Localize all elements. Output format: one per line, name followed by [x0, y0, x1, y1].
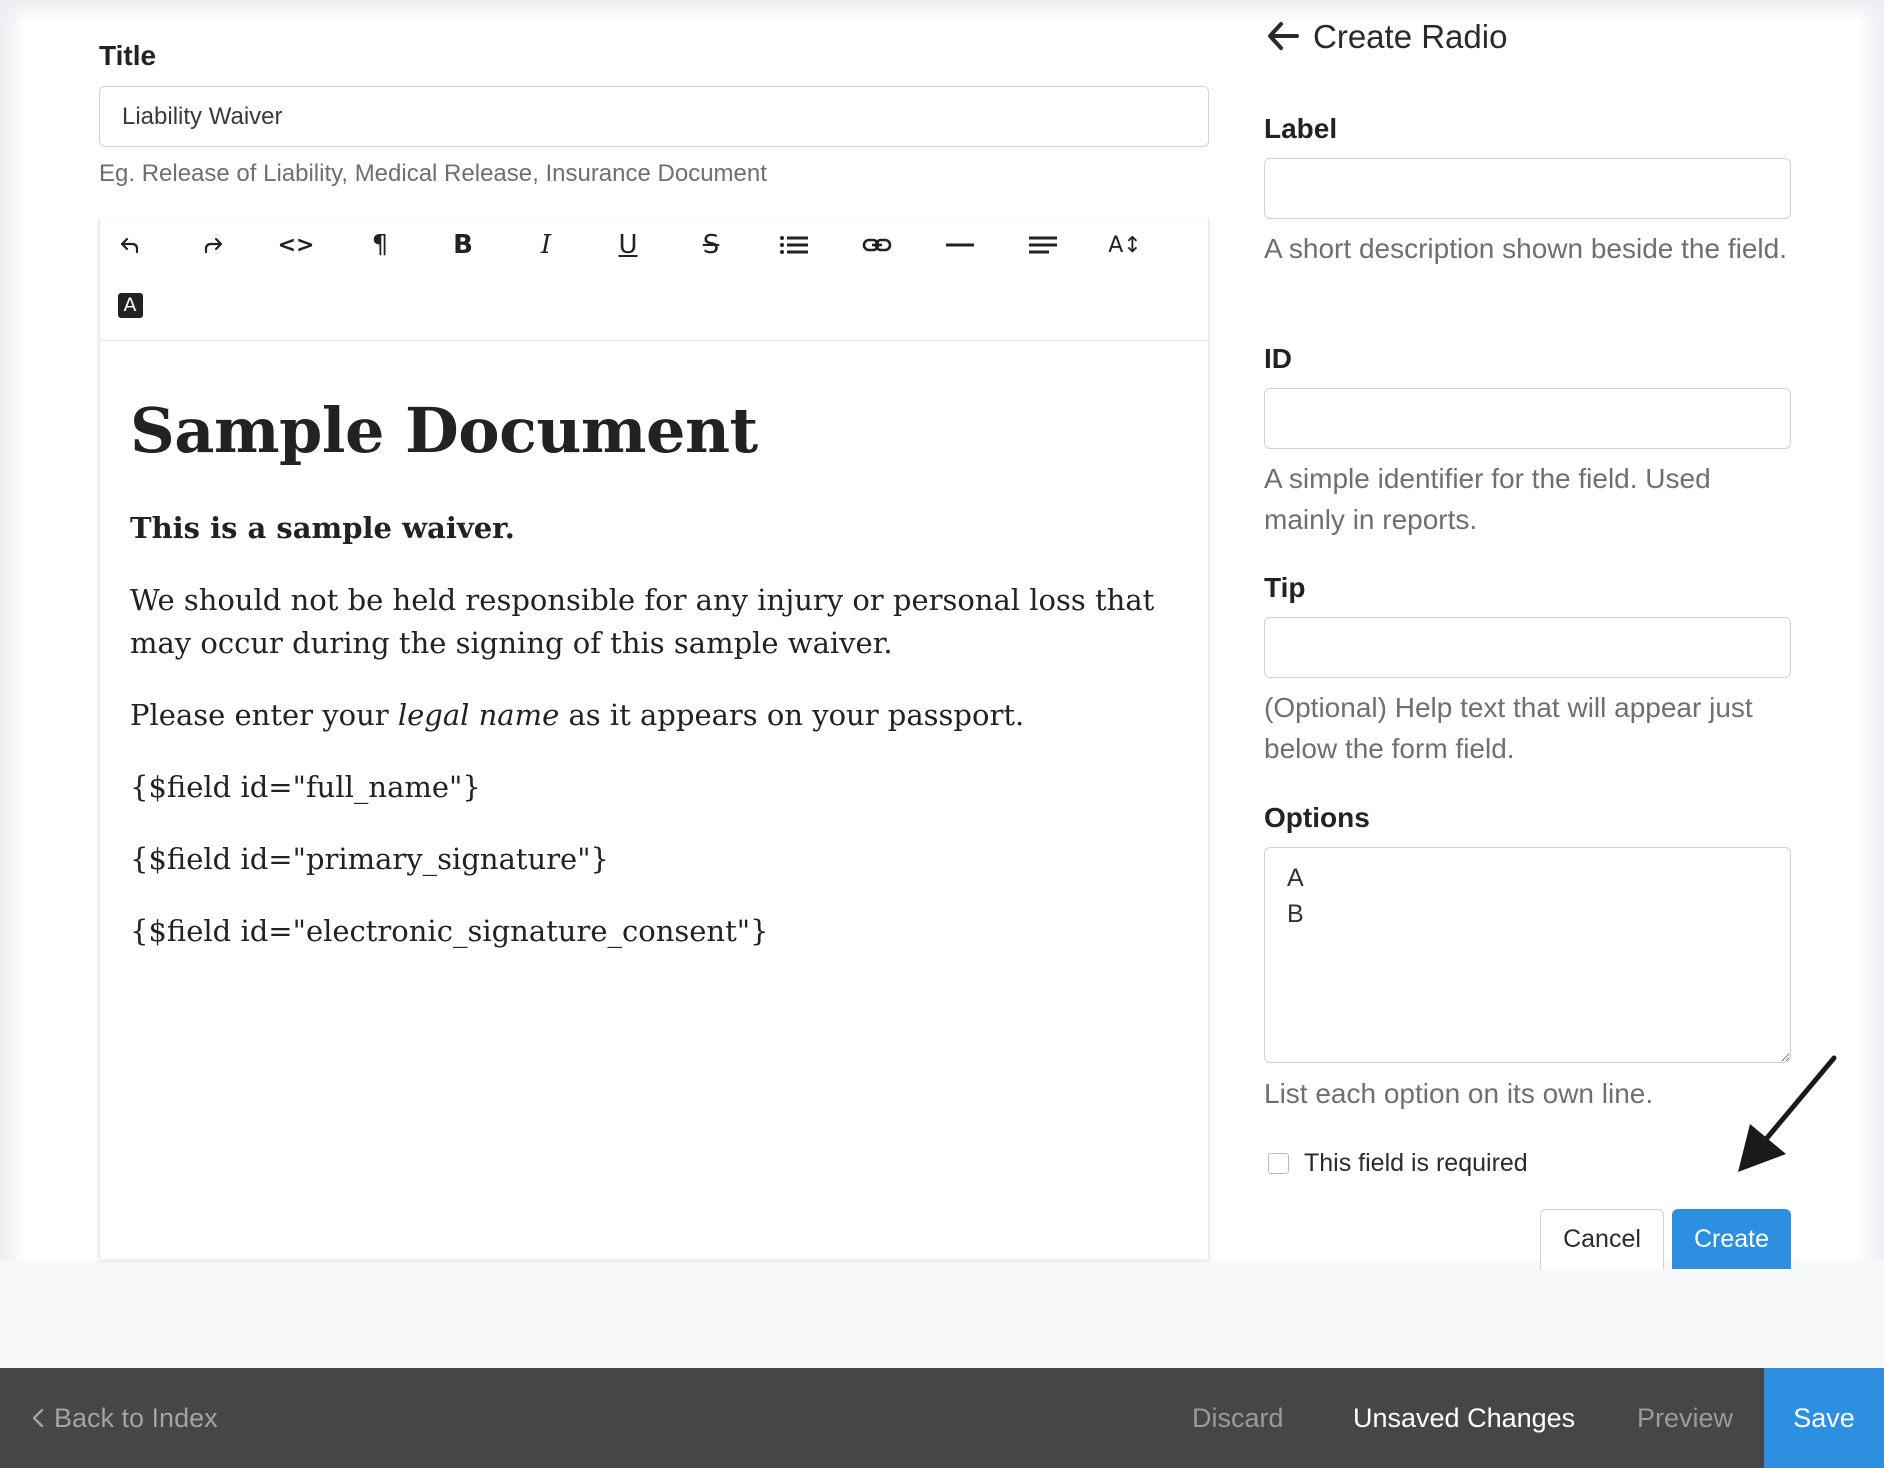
redo-button[interactable] [191, 223, 235, 267]
bullet-list-button[interactable] [772, 223, 816, 267]
document-paragraph-legal-name: Please enter your legal name as it appea… [130, 694, 1170, 737]
document-intro: This is a sample waiver. [130, 507, 1170, 550]
font-size-icon: A↕ [1108, 232, 1142, 258]
paragraph-text: Please enter your [130, 698, 398, 733]
save-button[interactable]: Save [1764, 1368, 1884, 1468]
back-button[interactable] [1265, 18, 1301, 54]
link-icon [862, 238, 892, 252]
horizontal-rule-button[interactable] [938, 223, 982, 267]
arrow-left-icon [1268, 22, 1299, 50]
tip-field-label: Tip [1264, 572, 1306, 603]
redo-icon [204, 237, 223, 254]
paragraph-button[interactable]: ¶ [358, 223, 402, 267]
back-to-index-link[interactable]: Back to Index [32, 1368, 218, 1468]
undo-icon [120, 237, 139, 254]
legal-name-italic: legal name [397, 698, 560, 733]
underline-icon: U [618, 230, 638, 260]
field-placeholder-electronic-consent: {$field id="electronic_signature_consent… [130, 914, 769, 949]
label-help-text: A short description shown beside the fie… [1264, 233, 1787, 264]
options-help-text: List each option on its own line. [1264, 1078, 1654, 1109]
bottom-action-bar: Back to Index Discard Unsaved Changes Pr… [0, 1368, 1884, 1468]
intro-bold-text: This is a sample waiver. [130, 511, 515, 546]
tip-input[interactable] [1264, 617, 1791, 678]
required-checkbox[interactable] [1268, 1153, 1289, 1174]
strikethrough-icon: S [702, 230, 720, 260]
field-placeholder-primary-signature: {$field id="primary_signature"} [130, 842, 610, 877]
create-button[interactable]: Create [1672, 1209, 1791, 1269]
id-help-text: A simple identifier for the field. Used … [1264, 463, 1711, 535]
id-field-label: ID [1264, 343, 1292, 374]
text-color-button[interactable]: A [108, 283, 152, 327]
options-textarea[interactable]: A B [1264, 847, 1791, 1063]
preview-button[interactable]: Preview [1637, 1368, 1733, 1468]
italic-icon: I [540, 230, 552, 260]
tip-help-text: (Optional) Help text that will appear ju… [1264, 692, 1753, 764]
horizontal-rule-icon [946, 243, 974, 247]
discard-button[interactable]: Discard [1192, 1368, 1284, 1468]
unsaved-changes-status: Unsaved Changes [1353, 1402, 1576, 1433]
document-content[interactable]: Sample Document This is a sample waiver.… [130, 394, 1170, 982]
field-placeholder-full-name: {$field id="full_name"} [130, 770, 481, 805]
code-icon: <> [277, 232, 315, 258]
link-button[interactable] [855, 223, 899, 267]
align-button[interactable] [1021, 223, 1065, 267]
title-label: Title [99, 40, 157, 71]
id-input[interactable] [1264, 388, 1791, 449]
bold-icon: B [453, 230, 473, 260]
label-field-label: Label [1264, 113, 1338, 144]
align-icon [1029, 236, 1057, 254]
code-view-button[interactable]: <> [274, 223, 318, 267]
document-heading: Sample Document [130, 394, 758, 467]
panel-title: Create Radio [1313, 18, 1508, 55]
title-input[interactable] [99, 86, 1209, 147]
cancel-button[interactable]: Cancel [1540, 1209, 1664, 1269]
annotation-arrow-icon [1738, 1055, 1837, 1172]
undo-button[interactable] [108, 223, 152, 267]
back-to-index-label: Back to Index [54, 1402, 218, 1433]
rich-text-editor: <> ¶ B I U S A↕ A Sample Document This i… [99, 219, 1209, 1259]
paragraph-text: as it appears on your passport. [559, 698, 1025, 733]
chevron-left-icon [32, 1408, 44, 1428]
bullet-list-icon [780, 236, 808, 254]
underline-button[interactable]: U [606, 223, 650, 267]
document-paragraph: We should not be held responsible for an… [130, 583, 1155, 661]
title-help-text: Eg. Release of Liability, Medical Releas… [99, 160, 767, 187]
text-color-icon: A [117, 292, 143, 318]
bold-button[interactable]: B [441, 223, 485, 267]
editor-toolbar: <> ¶ B I U S A↕ A [100, 219, 1208, 341]
required-checkbox-label[interactable]: This field is required [1304, 1149, 1528, 1178]
options-field-label: Options [1264, 802, 1370, 833]
italic-button[interactable]: I [524, 223, 568, 267]
font-size-button[interactable]: A↕ [1103, 223, 1147, 267]
label-input[interactable] [1264, 158, 1791, 219]
strikethrough-button[interactable]: S [689, 223, 733, 267]
paragraph-icon: ¶ [371, 230, 389, 260]
